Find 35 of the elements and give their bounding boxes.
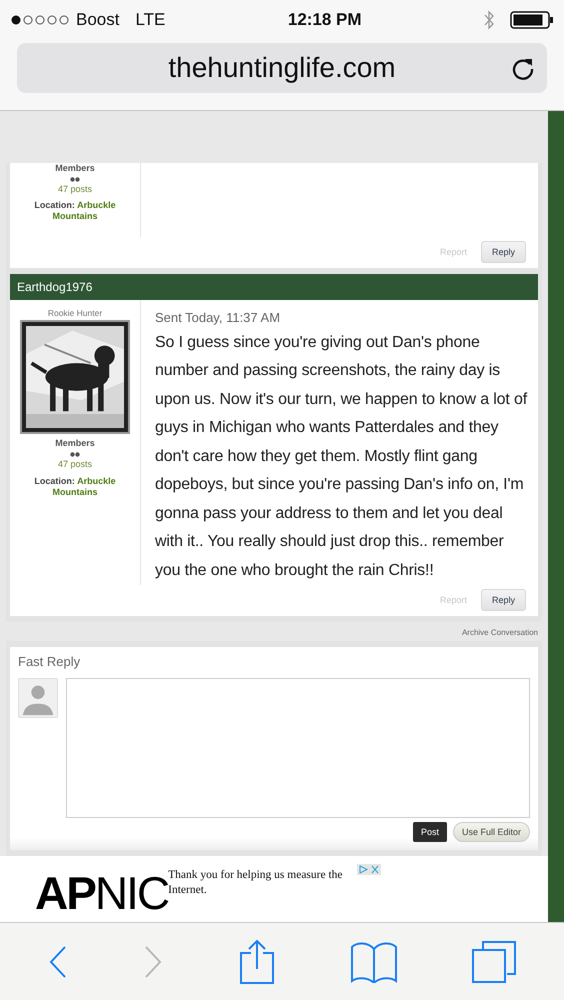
archive-link[interactable]: Archive Conversation [462,628,538,637]
signal-icon [10,14,70,26]
ad-choices-icon[interactable] [357,864,381,875]
address-bar[interactable]: thehuntinglife.com [17,43,547,93]
message-text: So I guess since you're giving out Dan's phone number and passing screenshots, the rainy day is upon us. Now it's our turn, we happen to know a lot of guys in Michigan who wants Patterdales and they don't care how they get them. Mostly flint gang dopeboys, but since you're passing Dan's info on, I'm gonna pass your address to them and let you deal with it.. You really should just drop this.. remember you the one who brought the rain Chris!! [155,332,528,580]
post-count: 47 posts [58,184,92,195]
clock: 12:18 PM [288,10,362,30]
location-text: Location: Arbuckle Mountains [33,200,117,222]
bluetooth-icon [484,10,494,30]
book-icon[interactable] [350,940,397,982]
reply-button[interactable]: Reply [480,589,526,611]
rank-dots-icon [70,176,80,182]
tabs-icon[interactable] [472,940,516,984]
post-author: Earthdog1976 [10,274,538,300]
post-count: 47 posts [58,459,92,471]
battery-icon [510,11,554,29]
reply-field[interactable] [66,678,530,818]
carrier-name: Boost [76,10,120,30]
avatar-icon [18,678,58,718]
share-icon[interactable] [238,938,275,984]
user-group: Members [55,162,95,174]
full-editor-button[interactable]: Use Full Editor [452,822,530,842]
fast-reply-title: Fast Reply [17,653,82,671]
user-group: Members [55,438,95,450]
reply-button[interactable]: Reply [480,240,526,262]
ad-text[interactable]: Thank you for helping us measure the Internet. [168,868,354,898]
ad-logo[interactable]: APNIC [35,870,168,916]
sent-time: Sent Today, 11:37 AM [155,310,282,324]
user-rank: Rookie Hunter [48,308,102,318]
rank-dots-icon [70,452,80,458]
reload-icon[interactable] [511,56,535,80]
location-text: Location: Arbuckle Mountains [33,476,117,498]
network-type: LTE [135,10,166,30]
post-button[interactable]: Post [412,822,447,842]
back-icon[interactable] [48,944,68,978]
